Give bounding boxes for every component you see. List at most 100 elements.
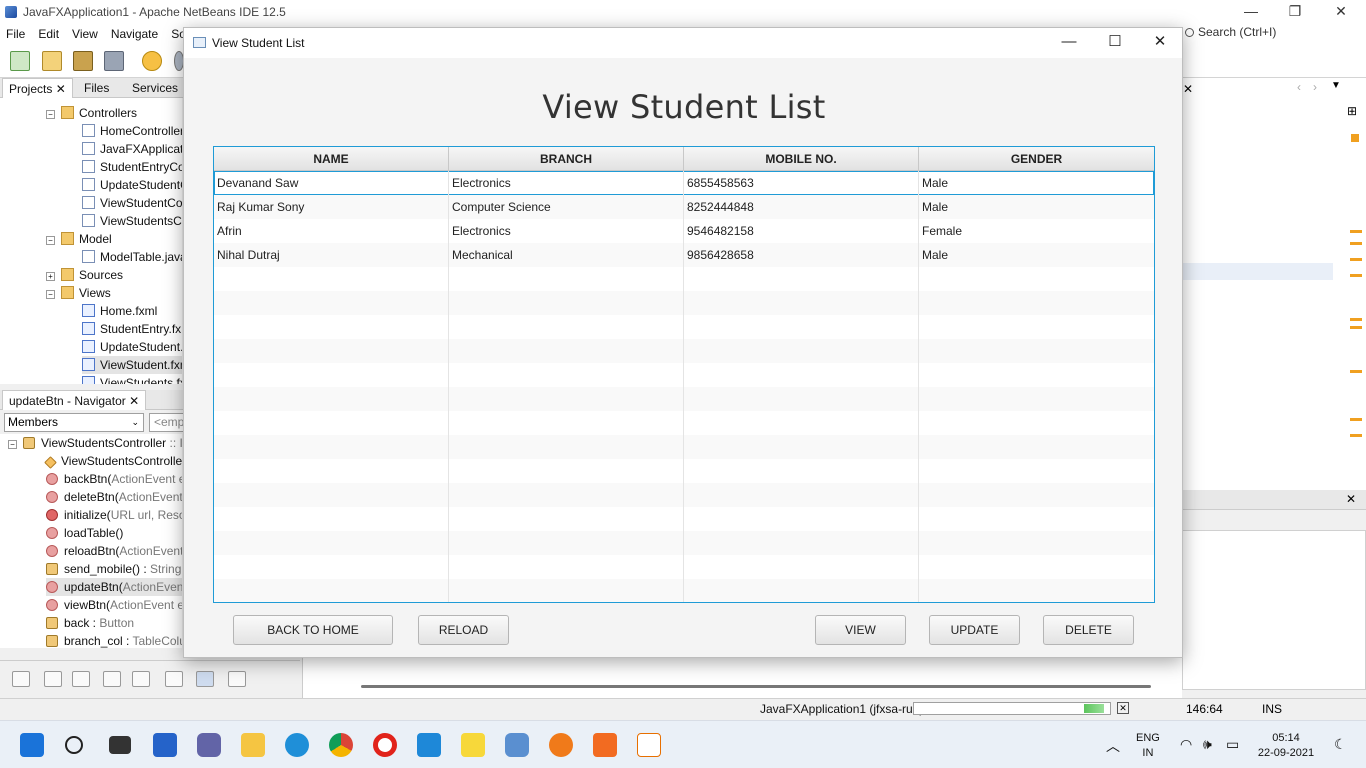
table-row[interactable]: [214, 387, 1154, 411]
close-icon[interactable]: ✕: [129, 394, 139, 408]
menu-edit[interactable]: Edit: [38, 27, 59, 41]
table-row[interactable]: Nihal Dutraj Mechanical 9856428658 Male: [214, 243, 1154, 267]
chevron-right-icon[interactable]: ›: [1313, 80, 1317, 94]
tree-item[interactable]: ViewStudentsCo: [82, 212, 182, 230]
cell-name[interactable]: [214, 267, 449, 291]
navigator-member[interactable]: loadTable(): [46, 524, 123, 542]
cell-branch[interactable]: [449, 267, 684, 291]
cell-mobile[interactable]: [684, 291, 919, 315]
table-row[interactable]: [214, 339, 1154, 363]
widgets-icon[interactable]: [153, 733, 177, 757]
table-row[interactable]: [214, 459, 1154, 483]
view-button[interactable]: VIEW: [815, 615, 906, 645]
cell-mobile[interactable]: [684, 267, 919, 291]
cell-name[interactable]: [214, 411, 449, 435]
open-project-icon[interactable]: [73, 51, 93, 71]
volume-icon[interactable]: 🕪: [1203, 736, 1212, 753]
close-button[interactable]: ✕: [1137, 28, 1183, 58]
navigator-member[interactable]: ViewStudentsController(: [44, 452, 182, 470]
cell-branch[interactable]: [449, 555, 684, 579]
cell-mobile[interactable]: [684, 555, 919, 579]
sort-by-name-icon[interactable]: [228, 671, 246, 687]
cell-name[interactable]: [214, 363, 449, 387]
tree-item[interactable]: ViewStudent.fxm: [82, 356, 182, 374]
cell-branch[interactable]: [449, 387, 684, 411]
navigator-member[interactable]: viewBtn(ActionEvent ev: [46, 596, 182, 614]
cell-mobile[interactable]: [684, 507, 919, 531]
cell-name[interactable]: [214, 531, 449, 555]
navigator-member[interactable]: send_mobile() : String: [46, 560, 181, 578]
cell-gender[interactable]: Male: [919, 195, 1154, 219]
column-header-mobile[interactable]: MOBILE NO.: [684, 147, 919, 171]
horizontal-scrollbar[interactable]: [361, 685, 1151, 688]
ide-restore-button[interactable]: ❐: [1272, 0, 1318, 24]
table-row[interactable]: Raj Kumar Sony Computer Science 8252444848…: [214, 195, 1154, 219]
close-icon[interactable]: ✕: [56, 82, 66, 96]
cell-mobile[interactable]: 9546482158: [684, 219, 919, 243]
table-row[interactable]: [214, 435, 1154, 459]
sticky-notes-icon[interactable]: [461, 733, 485, 757]
sort-by-source-icon[interactable]: [196, 671, 214, 687]
navigator-member[interactable]: back : Button: [46, 614, 134, 632]
ide-close-button[interactable]: ✕: [1318, 0, 1364, 24]
navigator-member[interactable]: branch_col : TableColum: [46, 632, 182, 648]
tab-files[interactable]: Files: [78, 78, 115, 98]
opera-browser-icon[interactable]: [373, 733, 397, 757]
members-filter-select[interactable]: Members ⌄: [4, 413, 144, 432]
netbeans-taskbar-icon[interactable]: [505, 733, 529, 757]
cell-name[interactable]: [214, 555, 449, 579]
cell-branch[interactable]: [449, 411, 684, 435]
navigator-member[interactable]: backBtn(ActionEvent ev: [46, 470, 182, 488]
clock[interactable]: 05:14 22-09-2021: [1256, 731, 1316, 761]
table-row[interactable]: Afrin Electronics 9546482158 Female: [214, 219, 1154, 243]
ide-minimize-button[interactable]: —: [1228, 0, 1274, 24]
tab-navigator[interactable]: updateBtn - Navigator ✕: [2, 390, 147, 410]
tab-projects[interactable]: Projects ✕: [2, 78, 73, 98]
cell-gender[interactable]: [919, 339, 1154, 363]
cell-gender[interactable]: [919, 555, 1154, 579]
task-view-icon[interactable]: [109, 736, 131, 754]
menu-navigate[interactable]: Navigate: [111, 27, 158, 41]
cell-gender[interactable]: Male: [919, 171, 1154, 195]
save-all-icon[interactable]: [104, 51, 124, 71]
student-table[interactable]: NAME BRANCH MOBILE NO. GENDER Devanand S…: [213, 146, 1155, 603]
collapse-icon[interactable]: −: [46, 290, 55, 299]
delete-button[interactable]: DELETE: [1043, 615, 1134, 645]
navigator-member[interactable]: deleteBtn(ActionEvent e: [46, 488, 182, 506]
cell-gender[interactable]: [919, 483, 1154, 507]
cell-gender[interactable]: [919, 315, 1154, 339]
cell-mobile[interactable]: [684, 483, 919, 507]
maximize-icon[interactable]: ⊞: [1347, 104, 1357, 118]
chevron-down-icon[interactable]: ▼: [1331, 80, 1341, 91]
cell-branch[interactable]: [449, 315, 684, 339]
chevron-up-icon[interactable]: ︿: [1106, 736, 1120, 756]
undo-icon[interactable]: [142, 51, 162, 71]
navigator-member[interactable]: reloadBtn(ActionEvent e: [46, 542, 182, 560]
cell-gender[interactable]: Male: [919, 243, 1154, 267]
table-row[interactable]: [214, 411, 1154, 435]
tree-item[interactable]: ViewStudents.fx: [82, 374, 182, 384]
search-icon[interactable]: [65, 736, 83, 754]
teams-chat-icon[interactable]: [197, 733, 221, 757]
inherited-members-icon[interactable]: [132, 671, 150, 687]
cell-name[interactable]: Nihal Dutraj: [214, 243, 449, 267]
cell-gender[interactable]: [919, 291, 1154, 315]
table-row[interactable]: [214, 507, 1154, 531]
lock-icon[interactable]: [103, 671, 121, 687]
cell-branch[interactable]: [449, 483, 684, 507]
table-row[interactable]: [214, 555, 1154, 579]
new-project-icon[interactable]: [42, 51, 62, 71]
windows-start-icon[interactable]: [20, 733, 44, 757]
cancel-task-icon[interactable]: ✕: [1117, 702, 1129, 714]
cell-name[interactable]: [214, 435, 449, 459]
column-header-gender[interactable]: GENDER: [919, 147, 1154, 171]
filter-icon[interactable]: [165, 671, 183, 687]
file-explorer-icon[interactable]: [241, 733, 265, 757]
cell-mobile[interactable]: [684, 411, 919, 435]
cell-mobile[interactable]: [684, 387, 919, 411]
expand-icon[interactable]: +: [46, 272, 55, 281]
table-row[interactable]: [214, 483, 1154, 507]
cell-gender[interactable]: [919, 507, 1154, 531]
collapse-icon[interactable]: −: [8, 440, 17, 449]
table-row[interactable]: Devanand Saw Electronics 6855458563 Male: [214, 171, 1154, 195]
